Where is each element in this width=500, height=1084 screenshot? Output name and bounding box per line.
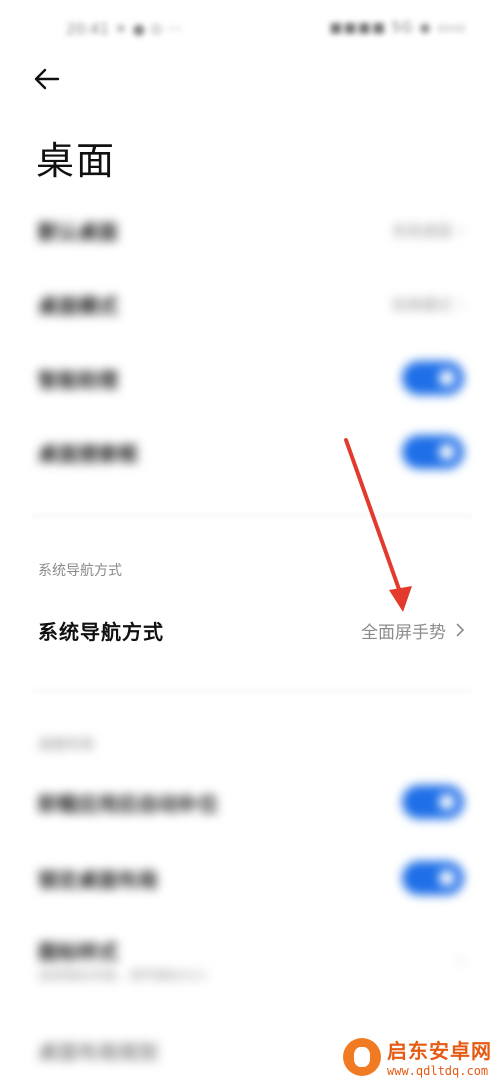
chevron-right-icon: ›: [458, 951, 464, 969]
settings-row-icon-style[interactable]: 图标样式 选择图标风格，调节图标大小 ›: [38, 930, 464, 990]
section-divider: [32, 690, 472, 691]
toggle-switch[interactable]: [402, 785, 464, 819]
watermark: 启东安卓网 www.qdltdq.com: [343, 1035, 492, 1078]
row-label: 默认桌面: [38, 219, 118, 244]
back-button[interactable]: [32, 64, 72, 100]
watermark-logo-icon: [343, 1037, 381, 1076]
row-label: 桌面模式: [38, 293, 118, 318]
section-header-navigation: 系统导航方式: [38, 563, 122, 579]
row-label: 图标样式: [38, 940, 118, 964]
watermark-url: www.qdltdq.com: [387, 1064, 489, 1078]
settings-row-lock-layout: 锁定桌面布局: [38, 858, 464, 898]
status-icons: ■■■■ 5G ◉ ▭▭: [329, 20, 466, 36]
row-value-text: 全面屏手势: [361, 622, 446, 643]
settings-row-desktop-mode[interactable]: 桌面模式 经典模式 ›: [38, 284, 464, 324]
row-subtitle: 选择图标风格，调节图标大小: [38, 969, 208, 984]
status-bar: 20:41 ☀ ● ⊙ ··· ■■■■ 5G ◉ ▭▭: [0, 0, 500, 60]
settings-row-system-navigation[interactable]: 系统导航方式 全面屏手势: [38, 610, 466, 650]
arrow-left-icon: [34, 68, 60, 90]
toggle-switch[interactable]: [402, 435, 464, 469]
status-time: 20:41 ☀ ● ⊙ ···: [66, 20, 182, 38]
section-divider: [32, 515, 472, 516]
toggle-switch[interactable]: [402, 861, 464, 895]
row-value-text: 经典模式: [391, 295, 452, 314]
row-value-text: 系统桌面: [391, 221, 452, 240]
toggle-switch[interactable]: [402, 361, 464, 395]
page-title: 桌面: [36, 139, 117, 183]
settings-row-desktop-search: 桌面搜索框: [38, 432, 464, 472]
row-label: 卸载应用后自动补位: [38, 791, 218, 816]
row-label: 桌面布局规划: [38, 1039, 158, 1064]
settings-row-default-desktop[interactable]: 默认桌面 系统桌面 ›: [38, 210, 464, 250]
row-label: 锁定桌面布局: [38, 867, 158, 892]
row-label: 桌面搜索框: [38, 441, 138, 466]
chevron-right-icon: [456, 623, 465, 637]
settings-row-smart-assistant: 智能助理: [38, 358, 464, 398]
settings-row-auto-fill: 卸载应用后自动补位: [38, 782, 464, 822]
watermark-title: 启东安卓网: [387, 1039, 492, 1063]
chevron-right-icon: ›: [458, 295, 464, 313]
chevron-right-icon: ›: [458, 221, 464, 239]
section-header-layout: 桌面布局: [38, 737, 94, 753]
watermark-text: 启东安卓网 www.qdltdq.com: [387, 1035, 492, 1078]
row-value: 系统桌面 ›: [392, 220, 464, 241]
row-label: 智能助理: [38, 367, 118, 392]
row-value: 经典模式 ›: [392, 294, 464, 315]
row-value: 全面屏手势: [361, 618, 466, 643]
row-text-group: 图标样式 选择图标风格，调节图标大小: [38, 936, 207, 984]
row-label: 系统导航方式: [38, 619, 164, 644]
